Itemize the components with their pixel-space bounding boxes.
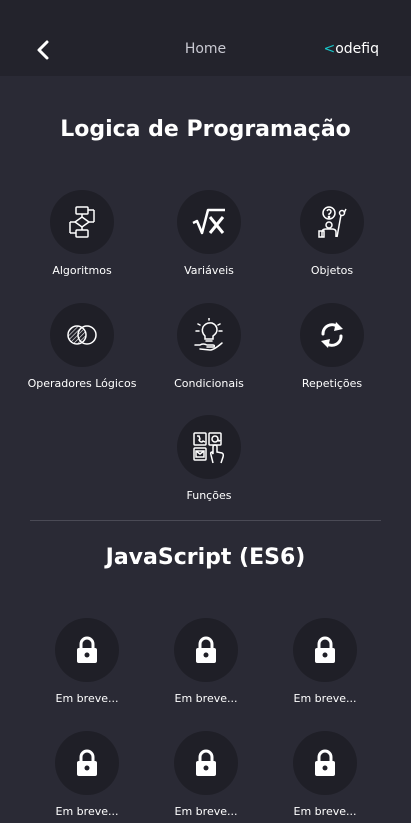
lock-icon — [77, 749, 97, 776]
topic-circle — [177, 303, 241, 367]
lock-icon — [315, 636, 335, 663]
topic-circle — [293, 618, 357, 682]
topic-label: Algoritmos — [52, 264, 112, 277]
logo-bracket: < — [323, 41, 336, 57]
venn-diagram-icon — [67, 325, 97, 345]
lock-icon — [315, 749, 335, 776]
topic-circle — [300, 303, 364, 367]
topic-label: Funções — [186, 489, 232, 502]
topic-label: Operadores Lógicos — [27, 377, 137, 390]
topic-locked[interactable]: Em breve... — [270, 731, 380, 819]
topic-locked[interactable]: Em breve... — [151, 731, 261, 819]
top-bar: Home <odefiq — [0, 0, 411, 76]
section-title-logica: Logica de Programação — [60, 117, 351, 142]
topic-locked[interactable]: Em breve... — [32, 618, 142, 706]
section-title-javascript: JavaScript (ES6) — [105, 545, 306, 570]
topic-circle — [293, 731, 357, 795]
lightbulb-hand-icon — [194, 318, 223, 351]
topic-objetos[interactable]: Objetos — [277, 190, 387, 278]
topic-label: Em breve... — [55, 692, 119, 705]
lock-icon — [77, 636, 97, 663]
lock-icon — [196, 636, 216, 663]
topic-repeticoes[interactable]: Repetições — [277, 303, 387, 391]
topic-locked[interactable]: Em breve... — [32, 731, 142, 819]
topic-label: Repetições — [301, 377, 363, 390]
repeat-arrows-icon — [321, 322, 343, 348]
topic-circle — [300, 190, 364, 254]
topic-circle — [55, 731, 119, 795]
sqrt-x-icon — [192, 208, 225, 235]
topic-label: Em breve... — [293, 805, 357, 818]
topic-label: Em breve... — [55, 805, 119, 818]
topic-funcoes[interactable]: Funções — [154, 415, 264, 503]
brand-logo: <odefiq — [323, 41, 379, 57]
topic-circle — [50, 190, 114, 254]
lock-icon — [196, 749, 216, 776]
topic-algoritmos[interactable]: Algoritmos — [27, 190, 137, 278]
question-person-icon — [318, 206, 347, 238]
topic-label: Em breve... — [174, 805, 238, 818]
topic-operadores-logicos[interactable]: Operadores Lógicos — [27, 303, 137, 391]
topic-circle — [55, 618, 119, 682]
flowchart-icon — [69, 206, 95, 238]
topic-circle — [50, 303, 114, 367]
topic-locked[interactable]: Em breve... — [151, 618, 261, 706]
topic-locked[interactable]: Em breve... — [270, 618, 380, 706]
logo-text: odefiq — [335, 41, 379, 57]
topic-circle — [177, 415, 241, 479]
topic-condicionais[interactable]: Condicionais — [154, 303, 264, 391]
section-divider — [30, 520, 381, 521]
topic-label: Variáveis — [184, 264, 234, 277]
topic-circle — [174, 731, 238, 795]
topic-label: Em breve... — [293, 692, 357, 705]
functions-grid-icon — [193, 432, 225, 464]
topic-circle — [177, 190, 241, 254]
topic-label: Objetos — [310, 264, 354, 277]
topic-variaveis[interactable]: Variáveis — [154, 190, 264, 278]
topic-label: Condicionais — [174, 377, 244, 390]
topic-circle — [174, 618, 238, 682]
topic-label: Em breve... — [174, 692, 238, 705]
